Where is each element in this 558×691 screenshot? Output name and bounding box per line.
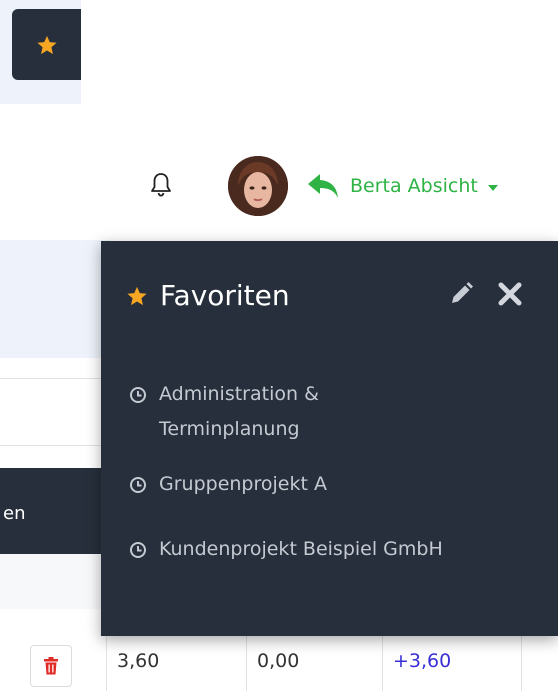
favorite-item-label: Gruppenprojekt A	[159, 473, 327, 495]
user-menu[interactable]: Berta Absicht	[306, 172, 498, 200]
reply-arrow-icon	[308, 174, 338, 198]
table-cell: +3,60	[382, 635, 522, 691]
favorite-item[interactable]: Administration & Terminplanung	[129, 377, 549, 447]
column-header-text: en	[3, 503, 26, 524]
edit-favorites-button[interactable]	[448, 281, 474, 307]
pencil-icon	[452, 282, 473, 303]
star-icon	[127, 286, 147, 305]
table-column-header: en	[0, 468, 110, 554]
trash-icon	[44, 657, 58, 675]
favorites-list: Administration & Terminplanung Gruppenpr…	[129, 377, 549, 597]
clock-icon	[130, 477, 146, 493]
favorites-button[interactable]	[12, 9, 81, 80]
divider	[0, 378, 110, 379]
favorites-title: Favoriten	[126, 279, 290, 312]
clock-icon	[130, 542, 146, 558]
user-name: Berta Absicht	[350, 175, 478, 197]
delete-button[interactable]	[30, 645, 72, 687]
chevron-down-icon	[487, 184, 498, 191]
cell-value: 3,60	[117, 650, 160, 672]
favorite-item-label: Administration & Terminplanung	[159, 377, 319, 447]
favorites-toggle-area	[0, 0, 81, 104]
table-cell: 0,00	[246, 635, 382, 691]
bell-icon	[151, 173, 171, 197]
favorites-panel: Favoriten Administration & Terminplanung	[101, 241, 558, 636]
table-row	[0, 554, 110, 609]
favorite-item-label-line: Terminplanung	[159, 418, 300, 440]
close-button[interactable]	[497, 281, 523, 307]
background-panel	[0, 240, 110, 358]
favorites-title-text: Favoriten	[160, 279, 290, 312]
notifications-button[interactable]	[150, 172, 172, 198]
table-cell: 3,60	[106, 635, 246, 691]
favorite-item[interactable]: Kundenprojekt Beispiel GmbH	[129, 532, 549, 567]
clock-icon	[130, 387, 146, 403]
divider	[0, 445, 110, 446]
favorite-item-label: Kundenprojekt Beispiel GmbH	[159, 538, 443, 560]
favorite-item[interactable]: Gruppenprojekt A	[129, 467, 549, 502]
cell-value: +3,60	[393, 650, 452, 672]
avatar-image	[228, 156, 288, 216]
star-icon	[36, 35, 57, 54]
cell-value: 0,00	[257, 650, 300, 672]
favorite-item-label-line: Administration &	[159, 383, 319, 405]
avatar[interactable]	[228, 156, 288, 216]
close-icon	[498, 282, 522, 306]
